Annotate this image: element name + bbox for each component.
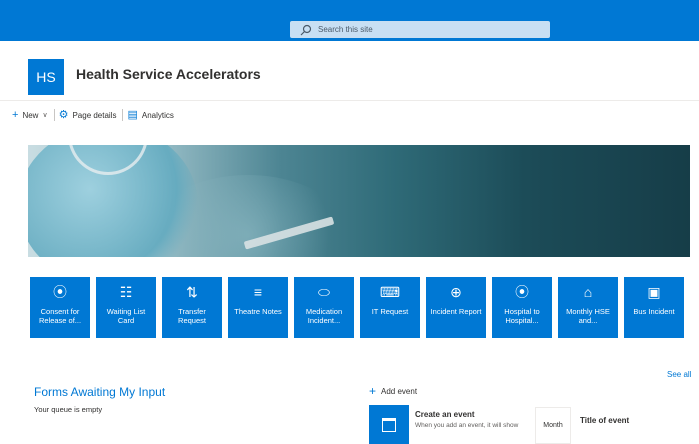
quick-link-tile[interactable]: ⦿ Hospital to Hospital... [492, 277, 552, 338]
quick-link-label: IT Request [371, 307, 409, 316]
quick-link-tile[interactable]: ☷ Waiting List Card [96, 277, 156, 338]
checklist-icon: ☷ [119, 284, 133, 300]
create-event-title[interactable]: Create an event [415, 410, 475, 419]
quick-link-tile[interactable]: ▣ Bus Incident [624, 277, 684, 338]
quick-link-label: Consent for Release of... [38, 307, 82, 325]
command-bar: + New ∨ ⚙ Page details ▤ Analytics [0, 105, 699, 125]
new-label: New [22, 110, 39, 120]
site-header: HS Health Service Accelerators [0, 41, 699, 101]
forms-empty-text: Your queue is empty [34, 405, 103, 414]
page-details-label: Page details [72, 110, 117, 120]
quick-link-label: Theatre Notes [234, 307, 282, 316]
pill-icon: ⬭ [318, 284, 330, 300]
forms-title: Forms Awaiting My Input [34, 385, 166, 399]
person-icon: ⦿ [515, 284, 529, 300]
keyboard-icon: ⌨ [379, 284, 401, 300]
search-icon [300, 24, 312, 35]
chevron-down-icon: ∨ [42, 112, 48, 119]
quick-link-label: Monthly HSE and... [566, 307, 610, 325]
plus-icon: + [12, 108, 19, 121]
gear-icon: ⚙ [58, 108, 69, 121]
globe-icon: ⊕ [450, 284, 462, 300]
event-date-card[interactable] [369, 405, 409, 444]
quick-link-tile[interactable]: ⦿ Consent for Release of... [30, 277, 90, 338]
quick-link-label: Hospital to Hospital... [504, 307, 540, 325]
quick-link-label: Transfer Request [178, 307, 206, 325]
quick-links: ⦿ Consent for Release of... ☷ Waiting List … [30, 277, 684, 338]
quick-link-tile[interactable]: ⌨ IT Request [360, 277, 420, 338]
quick-link-label: Bus Incident [633, 307, 675, 316]
create-event-description: When you add an event, it will show [415, 422, 519, 429]
quick-link-tile[interactable]: ⌂ Monthly HSE and... [558, 277, 618, 338]
person-icon: ⦿ [53, 284, 67, 300]
event-title-placeholder[interactable]: Title of event [580, 416, 629, 425]
notes-list-icon: ≡ [253, 284, 263, 300]
analytics-icon: ▤ [127, 108, 138, 121]
new-button[interactable]: + New ∨ [12, 108, 48, 121]
divider [53, 109, 55, 121]
month-box: Month [535, 407, 571, 444]
hero-banner-image [28, 145, 690, 257]
site-title[interactable]: Health Service Accelerators [76, 66, 261, 82]
bus-icon: ▣ [647, 284, 661, 300]
analytics-label: Analytics [141, 110, 174, 120]
search-input[interactable]: Search this site [290, 21, 550, 38]
divider [122, 109, 124, 121]
quick-link-label: Incident Report [430, 307, 482, 316]
see-all-link[interactable]: See all [667, 370, 691, 379]
plus-icon: + [369, 384, 377, 398]
quick-link-tile[interactable]: ⬭ Medication Incident... [294, 277, 354, 338]
home-icon: ⌂ [583, 284, 593, 300]
quick-link-tile[interactable]: ⇅ Transfer Request [162, 277, 222, 338]
search-placeholder: Search this site [318, 25, 373, 34]
suite-bar: Search this site [0, 0, 699, 41]
quick-link-label: Medication Incident... [305, 307, 343, 325]
transfer-arrows-icon: ⇅ [186, 284, 198, 300]
quick-link-tile[interactable]: ⊕ Incident Report [426, 277, 486, 338]
add-event-button[interactable]: + Add event [369, 385, 417, 397]
page-details-button[interactable]: ⚙ Page details [58, 108, 117, 121]
quick-link-tile[interactable]: ≡ Theatre Notes [228, 277, 288, 338]
analytics-button[interactable]: ▤ Analytics [127, 108, 174, 121]
quick-link-label: Waiting List Card [106, 307, 146, 325]
calendar-icon [382, 418, 396, 432]
site-logo[interactable]: HS [28, 59, 64, 95]
add-event-label: Add event [381, 386, 418, 396]
